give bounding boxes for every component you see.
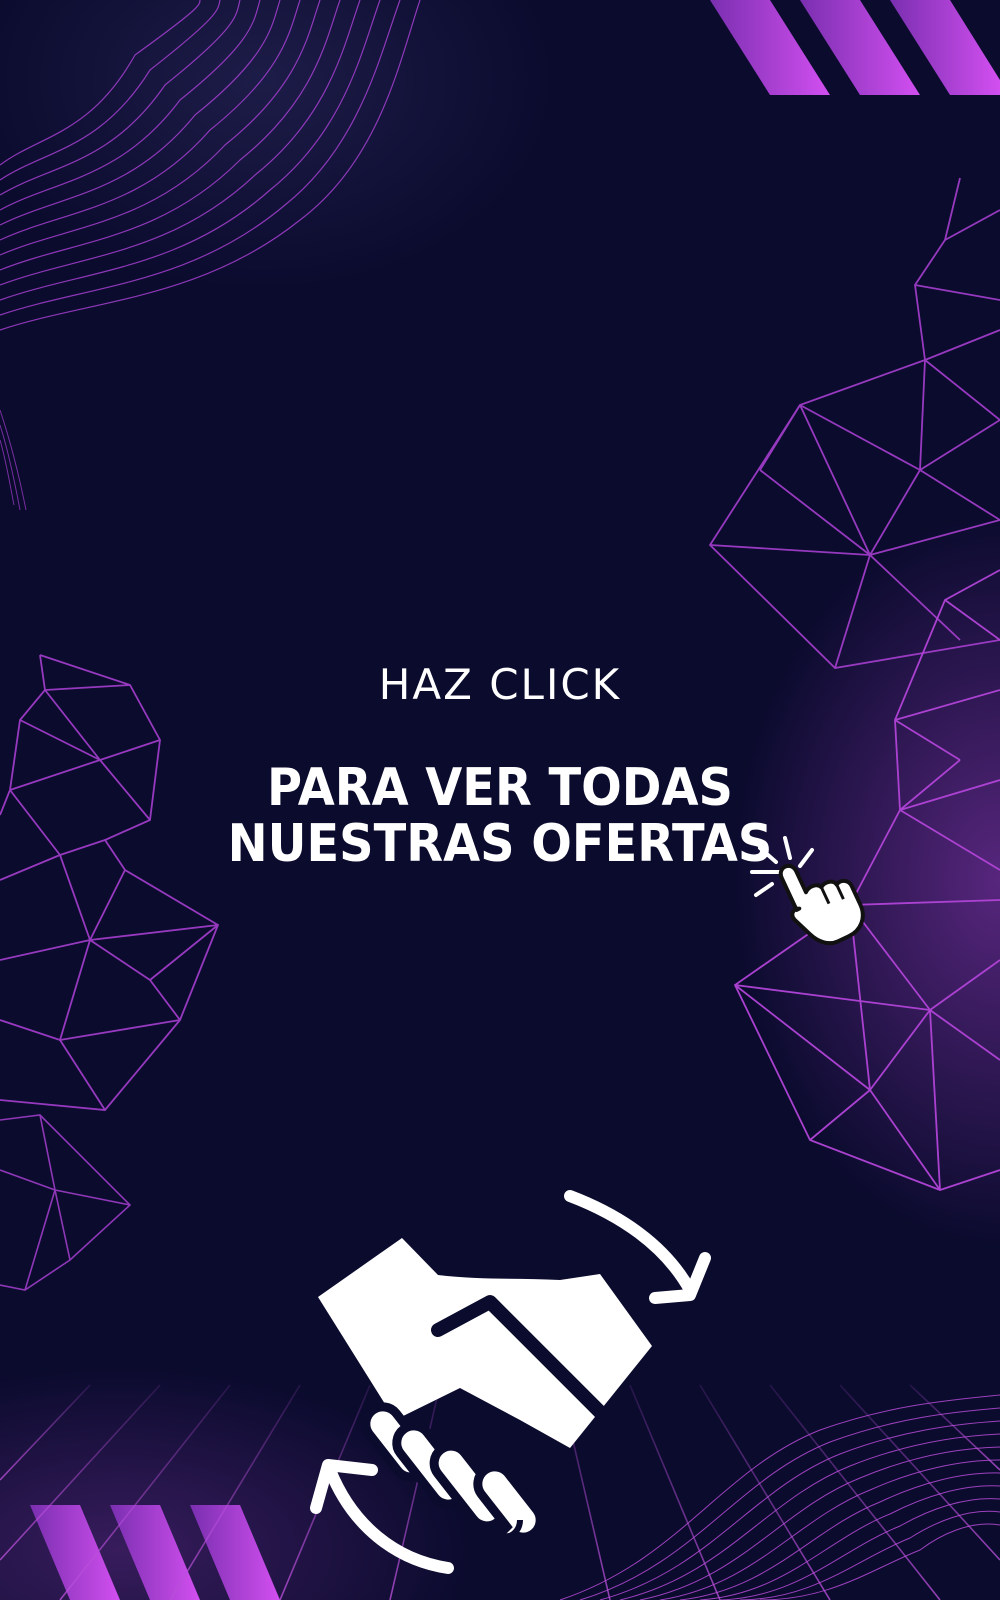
- handshake-exchange-icon: [310, 1190, 711, 1574]
- promo-banner: HAZ CLICK PARA VER TODAS NUESTRAS OFERTA…: [0, 0, 1000, 1600]
